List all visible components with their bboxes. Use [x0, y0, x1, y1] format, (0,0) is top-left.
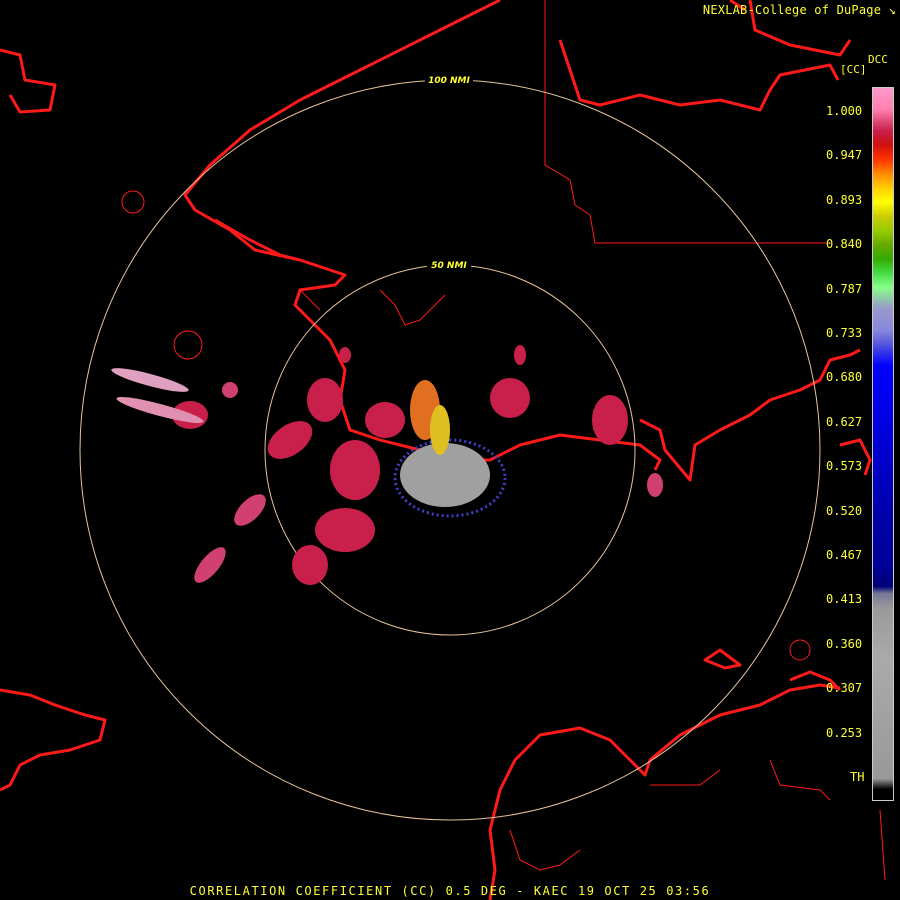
credit-text: NEXLAB-College of DuPage ↘	[703, 3, 896, 17]
legend-tick: 1.000	[826, 104, 863, 118]
legend-product: DCC	[868, 53, 888, 66]
legend-tick: 0.680	[826, 370, 863, 385]
legend-unit: [CC]	[840, 63, 867, 76]
radar-map: 100 NMI 50 NMI	[0, 0, 886, 900]
state-lines	[121, 0, 886, 881]
legend-tick: 0.627	[826, 414, 863, 429]
legend-tick: 0.787	[826, 281, 863, 296]
legend-tick: 0.360	[826, 636, 863, 651]
legend-tick: 0.947	[826, 148, 863, 163]
legend-tick: 0.307	[826, 681, 863, 696]
legend-tick: 0.520	[826, 503, 863, 518]
ring-label-50: 50 NMI	[431, 261, 467, 271]
legend-tick: 0.253	[826, 725, 863, 740]
arrow-icon: ↘	[888, 3, 896, 17]
ring-label-100: 100 NMI	[428, 76, 470, 86]
legend-tick: 0.413	[826, 592, 863, 607]
legend-tick: 0.840	[826, 237, 863, 252]
echo-ground-clutter	[400, 443, 490, 507]
product-caption: CORRELATION COEFFICIENT (CC) 0.5 DEG - K…	[189, 884, 711, 898]
credit-label: NEXLAB-College of DuPage	[702, 3, 882, 17]
radar-echoes	[111, 345, 663, 585]
color-scale-bar	[872, 87, 894, 801]
legend-tick: 0.893	[826, 192, 863, 207]
legend-tick: 0.733	[826, 326, 863, 340]
legend-tick: 0.573	[826, 459, 863, 474]
legend-tick: 0.467	[826, 548, 863, 562]
